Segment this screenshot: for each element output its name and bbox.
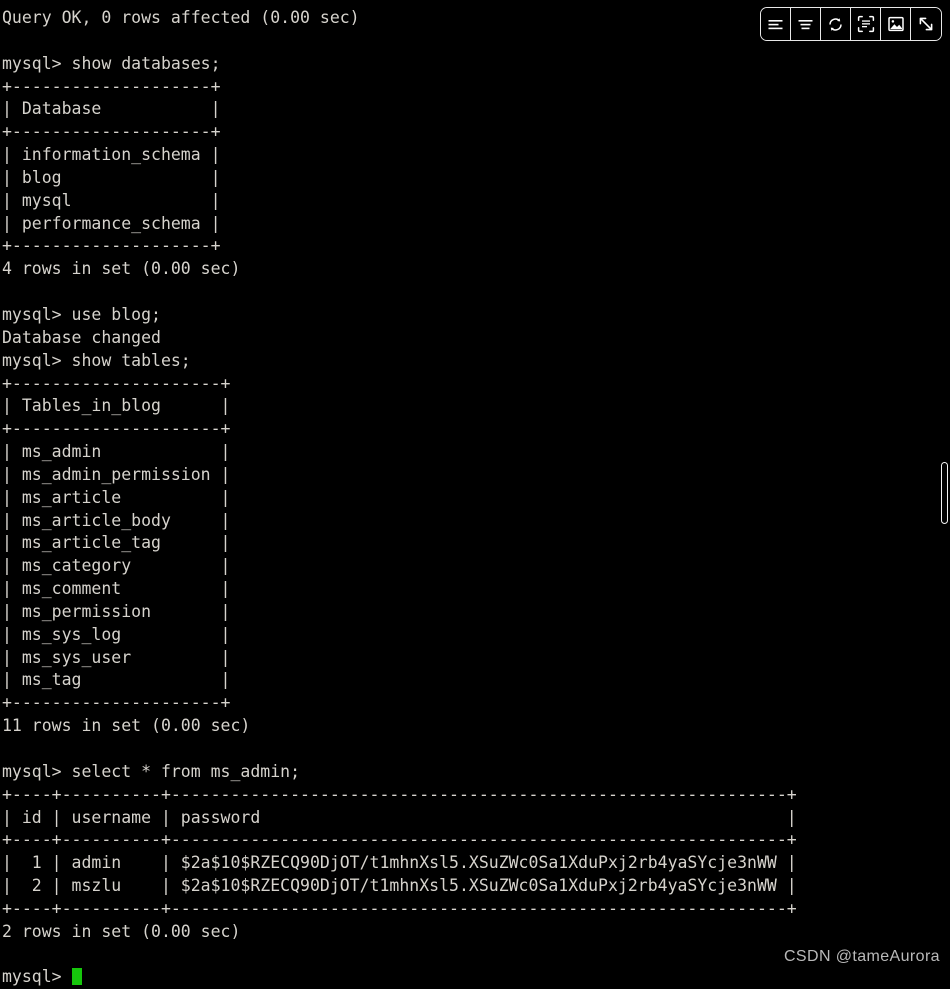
terminal-line: | ms_permission | [2,601,231,621]
terminal-line: | Database | [2,99,221,119]
terminal-line: +---------------------+ [2,693,231,713]
terminal-line: 11 rows in set (0.00 sec) [2,716,251,736]
extract-text-button[interactable] [851,8,881,40]
rotate-icon [826,15,845,34]
terminal-line: +----+----------+-----------------------… [2,784,797,804]
terminal-line: | ms_admin | [2,442,231,462]
align-left-icon [767,16,784,33]
terminal-line: | blog | [2,167,221,187]
watermark: CSDN @tameAurora [783,948,940,965]
terminal-line: | ms_sys_user | [2,647,231,667]
align-center-icon [797,16,814,33]
terminal-line: | 2 | mszlu | $2a$10$RZECQ90DjOT/t1mhnXs… [2,876,797,896]
image-icon [887,15,905,33]
terminal-line: | ms_article_body | [2,510,231,530]
scan-text-icon [857,15,875,33]
terminal-line: | mysql | [2,190,221,210]
terminal-line: Database changed [2,327,161,347]
terminal-line: mysql> select * from ms_admin; [2,761,301,781]
terminal-window[interactable]: Query OK, 0 rows affected (0.00 sec) mysq… [0,0,950,986]
image-button[interactable] [881,8,911,40]
terminal-line: +--------------------+ [2,236,221,256]
expand-diagonal-icon [917,15,935,33]
align-left-button[interactable] [761,8,791,40]
terminal-line: mysql> show databases; [2,53,221,73]
terminal-line: | ms_admin_permission | [2,464,231,484]
terminal-line: +---------------------+ [2,419,231,439]
terminal-line: +---------------------+ [2,373,231,393]
terminal-line: +----+----------+-----------------------… [2,898,797,918]
terminal-line: +--------------------+ [2,76,221,96]
terminal-line: +----+----------+-----------------------… [2,830,797,850]
terminal-line: | ms_article_tag | [2,533,231,553]
terminal-line: 2 rows in set (0.00 sec) [2,921,241,941]
terminal-line: 4 rows in set (0.00 sec) [2,259,241,279]
terminal-line: | Tables_in_blog | [2,396,231,416]
terminal-line: +--------------------+ [2,122,221,142]
terminal-line: | ms_comment | [2,579,231,599]
scrollbar-thumb[interactable] [941,462,948,524]
terminal-line: | performance_schema | [2,213,221,233]
terminal-line: | 1 | admin | $2a$10$RZECQ90DjOT/t1mhnXs… [2,853,797,873]
terminal-prompt-line: mysql> [2,966,950,989]
terminal-line: | ms_sys_log | [2,624,231,644]
terminal-line: | ms_tag | [2,670,231,690]
expand-button[interactable] [911,8,941,40]
rotate-button[interactable] [821,8,851,40]
image-viewer-toolbar[interactable] [760,7,942,41]
prompt-text: mysql> [2,967,72,987]
terminal-line: | ms_article | [2,487,231,507]
terminal-line: mysql> use blog; [2,304,161,324]
align-center-button[interactable] [791,8,821,40]
terminal-line: | id | username | password | [2,807,797,827]
terminal-line: | information_schema | [2,145,221,165]
terminal-output: Query OK, 0 rows affected (0.00 sec) mysq… [2,7,950,966]
terminal-line: | ms_category | [2,556,231,576]
terminal-line: mysql> show tables; [2,350,191,370]
